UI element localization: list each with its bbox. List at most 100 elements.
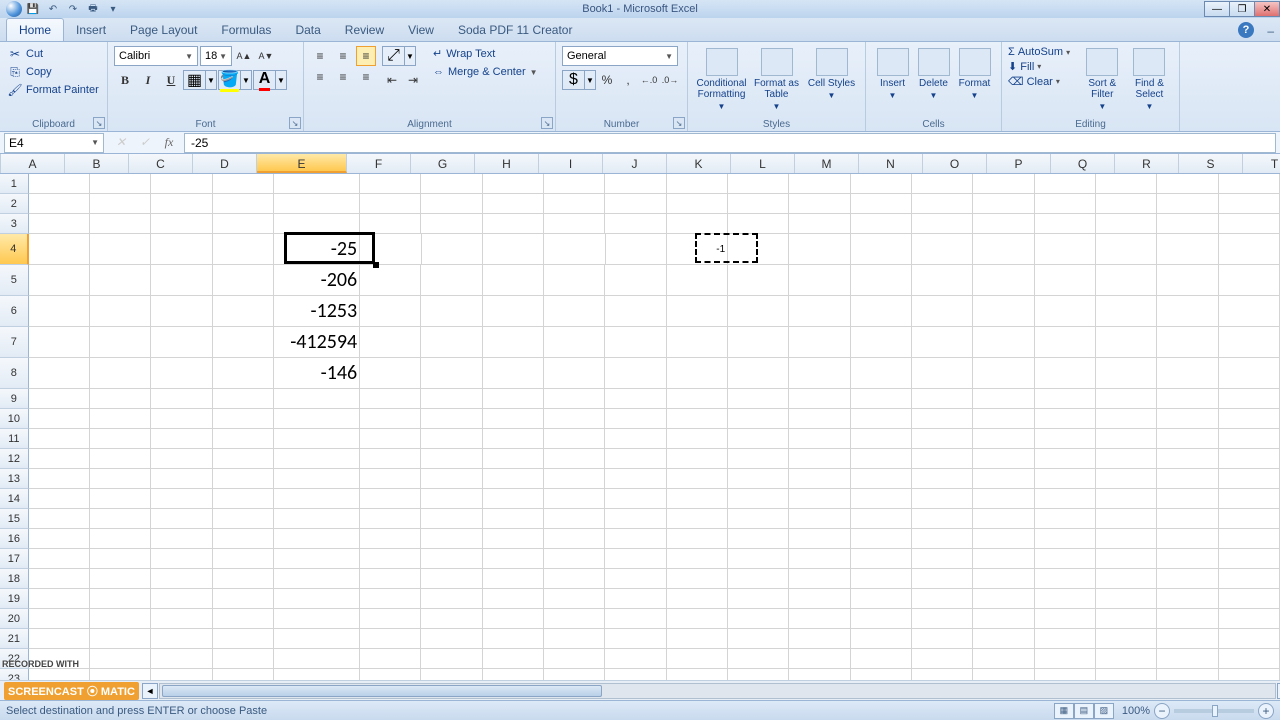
cell[interactable]: [912, 589, 973, 609]
row-header[interactable]: 10: [0, 409, 29, 429]
cell[interactable]: [421, 509, 482, 529]
column-header[interactable]: K: [667, 154, 731, 173]
cell[interactable]: [151, 358, 212, 389]
cell[interactable]: [789, 469, 850, 489]
cell[interactable]: [483, 327, 544, 358]
cell[interactable]: [912, 409, 973, 429]
cell[interactable]: [90, 449, 151, 469]
cell[interactable]: [1096, 489, 1157, 509]
cell[interactable]: [213, 489, 274, 509]
cell[interactable]: [360, 629, 421, 649]
help-icon[interactable]: ?: [1238, 22, 1254, 38]
cell[interactable]: [1096, 529, 1157, 549]
cell[interactable]: [213, 629, 274, 649]
cell[interactable]: [29, 449, 90, 469]
cell[interactable]: [667, 469, 728, 489]
cell[interactable]: [728, 358, 789, 389]
cell[interactable]: [483, 194, 544, 214]
cell[interactable]: [1219, 649, 1280, 669]
cell[interactable]: [360, 214, 421, 234]
cell[interactable]: [912, 194, 973, 214]
cell[interactable]: [274, 509, 360, 529]
cell[interactable]: [1157, 589, 1218, 609]
cell[interactable]: [421, 409, 482, 429]
cell[interactable]: [421, 429, 482, 449]
cell[interactable]: [667, 327, 728, 358]
cell[interactable]: [1219, 429, 1280, 449]
cell[interactable]: [360, 509, 421, 529]
cell[interactable]: [151, 629, 212, 649]
cell[interactable]: [360, 174, 421, 194]
cell[interactable]: [1157, 549, 1218, 569]
align-bottom-button[interactable]: ≡: [356, 46, 376, 66]
cell[interactable]: [789, 327, 850, 358]
tab-data[interactable]: Data: [283, 19, 332, 41]
row-header[interactable]: 3: [0, 214, 29, 234]
cell[interactable]: [274, 429, 360, 449]
cell[interactable]: [667, 174, 728, 194]
cell[interactable]: [789, 214, 850, 234]
cell[interactable]: [1157, 296, 1218, 327]
row-header[interactable]: 2: [0, 194, 29, 214]
normal-view-button[interactable]: ▦: [1054, 703, 1074, 719]
cell[interactable]: [1096, 214, 1157, 234]
cell[interactable]: [973, 509, 1034, 529]
cell[interactable]: -25: [274, 234, 360, 265]
cell[interactable]: [851, 409, 912, 429]
cell[interactable]: [851, 509, 912, 529]
cell[interactable]: [1157, 234, 1218, 265]
alignment-launcher[interactable]: ↘: [541, 117, 553, 129]
cell[interactable]: [213, 389, 274, 409]
cell[interactable]: [151, 489, 212, 509]
merge-center-button[interactable]: ⇔Merge & Center ▼: [429, 65, 542, 79]
cell[interactable]: [151, 529, 212, 549]
cell[interactable]: [421, 296, 482, 327]
cell[interactable]: [360, 296, 421, 327]
spreadsheet-grid[interactable]: ABCDEFGHIJKLMNOPQRST 1234-25-15-2066-125…: [0, 154, 1280, 680]
cell[interactable]: [973, 669, 1034, 680]
cell[interactable]: [973, 489, 1034, 509]
cell[interactable]: [544, 327, 605, 358]
cell[interactable]: [1035, 194, 1096, 214]
cell[interactable]: [1035, 214, 1096, 234]
cell[interactable]: [90, 469, 151, 489]
cell[interactable]: [90, 549, 151, 569]
cell[interactable]: [1157, 327, 1218, 358]
cell[interactable]: [274, 409, 360, 429]
column-header[interactable]: S: [1179, 154, 1243, 173]
cell[interactable]: [1219, 549, 1280, 569]
cell[interactable]: [213, 234, 274, 265]
cell[interactable]: [605, 549, 666, 569]
cell[interactable]: [360, 449, 421, 469]
cell[interactable]: [274, 214, 360, 234]
page-layout-view-button[interactable]: ▤: [1074, 703, 1094, 719]
column-header[interactable]: I: [539, 154, 603, 173]
cell[interactable]: [274, 609, 360, 629]
cell[interactable]: [851, 489, 912, 509]
percent-button[interactable]: %: [597, 70, 617, 90]
column-header[interactable]: D: [193, 154, 257, 173]
underline-button[interactable]: U: [160, 70, 182, 90]
print-icon[interactable]: 🖶: [84, 1, 102, 17]
cell[interactable]: [1096, 429, 1157, 449]
cell[interactable]: [667, 589, 728, 609]
cell[interactable]: [912, 327, 973, 358]
decrease-indent-button[interactable]: ⇤: [382, 70, 402, 90]
cell[interactable]: [605, 358, 666, 389]
cell[interactable]: [29, 234, 90, 265]
cell[interactable]: [912, 609, 973, 629]
cell[interactable]: [213, 589, 274, 609]
cell[interactable]: [1157, 389, 1218, 409]
font-launcher[interactable]: ↘: [289, 117, 301, 129]
cell[interactable]: [421, 649, 482, 669]
cell[interactable]: [1157, 265, 1218, 296]
cell[interactable]: [151, 649, 212, 669]
cell[interactable]: [90, 629, 151, 649]
cell[interactable]: [274, 629, 360, 649]
cell[interactable]: [1219, 589, 1280, 609]
cell[interactable]: [1096, 358, 1157, 389]
cell[interactable]: [606, 234, 667, 265]
cell[interactable]: [421, 358, 482, 389]
office-orb[interactable]: [6, 1, 22, 17]
cell[interactable]: [483, 429, 544, 449]
